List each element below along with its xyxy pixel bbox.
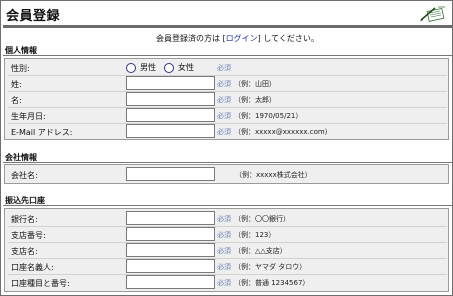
first-name-label: 名: [11, 96, 22, 105]
gender-female-radio[interactable] [164, 62, 174, 73]
bank-name-row: 銀行名: 必須 （例：〇〇銀行） [5, 210, 448, 227]
login-notice-suffix: してください。 [260, 34, 319, 43]
bank-name-label: 銀行名: [11, 215, 38, 224]
account-type-number-label: 口座種目と番号: [11, 279, 70, 288]
example-hint: （例：△△支店） [234, 247, 287, 255]
example-hint: （例：普通 1234567） [234, 279, 310, 287]
email-label: E-Mail アドレス: [11, 128, 73, 137]
branch-number-label: 支店番号: [11, 231, 46, 240]
page-title: 会員登録 [6, 9, 61, 24]
account-holder-input[interactable] [126, 259, 215, 273]
last-name-label: 姓: [11, 80, 22, 89]
branch-name-row: 支店名: 必須 （例：△△支店） [5, 242, 448, 259]
example-hint: （例：〇〇銀行） [234, 215, 290, 223]
company-section-rule [3, 162, 452, 163]
required-mark: 必須 [217, 215, 231, 223]
birthdate-row: 生年月日: 必須 （例：1970/05/21） [5, 107, 448, 124]
company-panel: 会社名: （例：xxxxx株式会社） [4, 164, 449, 184]
required-mark: 必須 [217, 247, 231, 255]
login-notice-text: 会員登録済の方は [156, 34, 223, 43]
account-type-number-input[interactable] [126, 275, 215, 289]
bank-section-rule [3, 205, 452, 206]
bank-panel: 銀行名: 必須 （例：〇〇銀行） 支店番号: 必須 （例：123） 支店名: 必… [4, 208, 449, 292]
registration-page: 会員登録 会員登録済の方は [ログイン] してください。 個人情報 性別: 男性… [0, 0, 453, 296]
example-hint: （例：123） [234, 231, 276, 239]
first-name-input[interactable] [126, 92, 215, 106]
example-hint: （例：山田） [234, 80, 276, 88]
first-name-row: 名: 必須 （例：太郎） [5, 91, 448, 108]
company-name-row: 会社名: （例：xxxxx株式会社） [5, 166, 448, 183]
branch-name-input[interactable] [126, 243, 215, 257]
gender-label: 性別: [11, 64, 30, 73]
required-mark: 必須 [217, 112, 231, 120]
example-hint: （例：ヤマダ タロウ） [234, 263, 307, 271]
gender-options: 男性 女性 [126, 61, 202, 74]
last-name-input[interactable] [126, 76, 215, 90]
required-mark: 必須 [217, 80, 231, 88]
branch-name-label: 支店名: [11, 247, 38, 256]
login-link[interactable]: ログイン [226, 34, 258, 43]
email-input[interactable] [126, 124, 215, 138]
company-name-label: 会社名: [11, 171, 38, 180]
login-notice: 会員登録済の方は [ログイン] してください。 [156, 33, 319, 44]
gender-row: 性別: 男性 女性 必須 [5, 59, 448, 76]
gender-female-label: 女性 [178, 63, 194, 72]
required-mark: 必須 [217, 231, 231, 239]
example-hint: （例：1970/05/21） [234, 112, 303, 120]
branch-number-row: 支店番号: 必須 （例：123） [5, 226, 448, 243]
personal-panel: 性別: 男性 女性 必須 姓: 必須 （例：山田） 名: 必須 （例：太郎） 生… [4, 58, 449, 140]
gender-male-radio[interactable] [126, 62, 136, 73]
account-holder-label: 口座名義人: [11, 263, 54, 272]
example-hint: （例：xxxxx株式会社） [235, 171, 312, 179]
company-name-input[interactable] [126, 167, 215, 181]
title-divider [3, 25, 452, 28]
account-holder-row: 口座名義人: 必須 （例：ヤマダ タロウ） [5, 258, 448, 275]
example-hint: （例：太郎） [234, 96, 276, 104]
required-mark: 必須 [217, 64, 231, 72]
required-mark: 必須 [217, 128, 231, 136]
birthdate-input[interactable] [126, 108, 215, 122]
last-name-row: 姓: 必須 （例：山田） [5, 75, 448, 92]
required-mark: 必須 [217, 263, 231, 271]
account-type-number-row: 口座種目と番号: 必須 （例：普通 1234567） [5, 274, 448, 291]
birthdate-label: 生年月日: [11, 112, 46, 121]
required-mark: 必須 [217, 96, 231, 104]
pen-and-paper-icon [420, 6, 445, 22]
gender-male-label: 男性 [140, 63, 156, 72]
example-hint: （例：xxxxx@xxxxxx.com） [234, 128, 332, 136]
required-mark: 必須 [217, 279, 231, 287]
branch-number-input[interactable] [126, 227, 215, 241]
personal-section-rule [3, 55, 452, 56]
bank-name-input[interactable] [126, 211, 215, 225]
email-row: E-Mail アドレス: 必須 （例：xxxxx@xxxxxx.com） [5, 123, 448, 140]
